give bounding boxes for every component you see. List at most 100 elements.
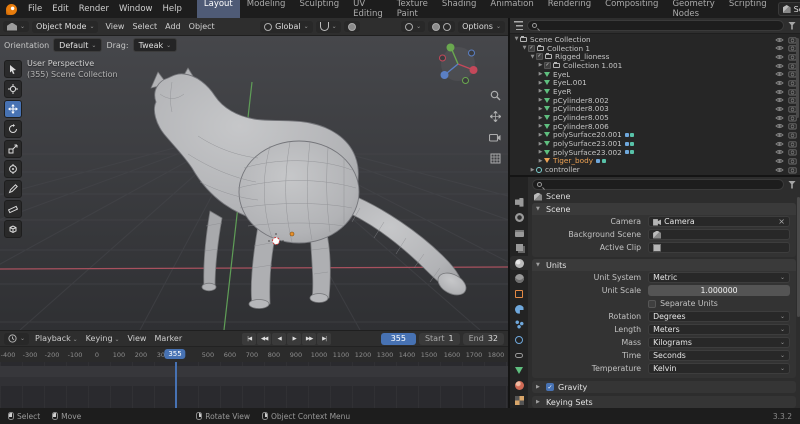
menu-item[interactable]: Window [114, 2, 158, 16]
properties-tab[interactable] [510, 241, 528, 255]
outliner-row[interactable]: ▼ ▶ ✓ EyeR [510, 87, 800, 96]
outliner-search-input[interactable] [527, 20, 784, 31]
shading-mode-group[interactable] [428, 21, 455, 32]
hide-in-viewport-icon[interactable] [775, 44, 784, 52]
timeline-ruler[interactable]: -400-300-200-100010020030050060070080090… [0, 346, 508, 362]
hide-in-viewport-icon[interactable] [775, 62, 784, 70]
current-frame-indicator[interactable]: 355 [164, 349, 185, 359]
cursor-tool[interactable] [4, 80, 22, 98]
viewport-menu-item[interactable]: Select [128, 20, 161, 33]
properties-tab[interactable] [510, 287, 528, 301]
menu-item[interactable]: Render [74, 2, 114, 16]
properties-tab[interactable] [510, 317, 528, 331]
mode-dropdown[interactable]: Object Mode⌄ [32, 21, 98, 33]
properties-tab[interactable] [510, 348, 528, 362]
dropdown-field[interactable]: Kelvin⌄ [648, 363, 790, 374]
disable-in-render-icon[interactable] [788, 131, 797, 139]
outliner-scrollbar[interactable] [796, 38, 799, 118]
properties-tab[interactable] [510, 363, 528, 377]
disclosure-right-icon[interactable]: ▶ [537, 62, 544, 68]
menu-item[interactable]: Edit [47, 2, 73, 16]
properties-tab[interactable] [510, 226, 528, 240]
properties-search-input[interactable] [532, 179, 784, 190]
move-tool[interactable] [4, 100, 22, 118]
add-cube-tool[interactable] [4, 220, 22, 238]
disclosure-right-icon[interactable]: ▶ [537, 115, 544, 121]
timeline-menu-item[interactable]: Keying ⌄ [82, 332, 124, 345]
timeline-editor-type-button[interactable]: ⌄ [4, 333, 29, 345]
hide-in-viewport-icon[interactable] [775, 79, 784, 87]
hide-in-viewport-icon[interactable] [775, 88, 784, 96]
outliner-row[interactable]: ▼ ▶ ✓ pCylinder8.006 [510, 122, 800, 131]
toggle-projection-icon[interactable] [488, 151, 502, 165]
properties-tab[interactable] [510, 302, 528, 316]
disable-in-render-icon[interactable] [788, 157, 797, 165]
dropdown-field[interactable]: Kilograms⌄ [648, 337, 790, 348]
scale-tool[interactable] [4, 140, 22, 158]
current-frame-field[interactable]: 355 [381, 333, 416, 345]
transport-button[interactable]: ◀ [272, 333, 286, 345]
properties-tab[interactable] [510, 256, 528, 270]
disclosure-right-icon[interactable]: ▶ [537, 141, 544, 147]
hide-in-viewport-icon[interactable] [775, 140, 784, 148]
disclosure-down-icon[interactable]: ▼ [521, 45, 528, 51]
frame-end-field[interactable]: End32 [463, 333, 504, 345]
transform-orientation-dropdown[interactable]: Global⌄ [260, 21, 313, 33]
tweak-select-tool[interactable] [4, 60, 22, 78]
editor-type-button[interactable]: ⌄ [3, 21, 29, 32]
disable-in-render-icon[interactable] [788, 122, 797, 130]
viewport-3d-scene[interactable] [0, 36, 508, 330]
transport-button[interactable]: ◀◀ [257, 333, 271, 345]
collapsed-panel-header[interactable]: ▶ ✓ Gravity [532, 381, 796, 393]
outliner-row[interactable]: ▼ ▶ ✓ pCylinder8.003 [510, 105, 800, 114]
timeline-menu-item[interactable]: View ⌄ [123, 332, 150, 345]
panel-checkbox[interactable]: ✓ [546, 383, 554, 391]
units-panel-header[interactable]: ▼Units [532, 259, 796, 271]
outliner-editor-icon[interactable] [514, 21, 523, 30]
viewport-menu-item[interactable]: Add [161, 20, 185, 33]
transport-button[interactable]: |◀ [242, 333, 256, 345]
outliner-row[interactable]: ▼ ▶ ✓ polySurface23.001 [510, 139, 800, 148]
properties-tab[interactable] [510, 378, 528, 392]
object-field[interactable]: × [648, 242, 790, 253]
properties-tab[interactable] [510, 333, 528, 347]
properties-tab[interactable] [510, 210, 528, 224]
disclosure-right-icon[interactable]: ▶ [537, 106, 544, 112]
measure-tool[interactable] [4, 200, 22, 218]
checkbox[interactable] [648, 300, 656, 308]
hide-in-viewport-icon[interactable] [775, 96, 784, 104]
disclosure-right-icon[interactable]: ▶ [537, 149, 544, 155]
transport-button[interactable]: ▶ [287, 333, 301, 345]
hide-in-viewport-icon[interactable] [775, 122, 784, 130]
scene-panel-header[interactable]: ▼Scene [532, 203, 796, 215]
snap-toggle[interactable]: ⌄ [316, 21, 341, 33]
frame-start-field[interactable]: Start1 [419, 333, 460, 345]
object-field[interactable]: × [648, 229, 790, 240]
outliner-row[interactable]: ▼ ▶ ✓ pCylinder8.005 [510, 113, 800, 122]
clear-icon[interactable]: × [778, 217, 785, 226]
outliner-row[interactable]: ▼ ▶ ✓ polySurface23.002 [510, 148, 800, 157]
outliner-row[interactable]: ▼ ▶ ✓ Tiger_body [510, 157, 800, 166]
disclosure-right-icon[interactable]: ▶ [537, 71, 544, 77]
scene-selector[interactable]: Scene × [778, 2, 800, 16]
collection-checkbox[interactable]: ✓ [544, 62, 551, 69]
blender-logo-icon[interactable] [6, 4, 17, 15]
menu-item[interactable]: File [23, 2, 47, 16]
disclosure-right-icon[interactable]: ▶ [537, 132, 544, 138]
disclosure-right-icon[interactable]: ▶ [537, 97, 544, 103]
dropdown-field[interactable]: Degrees⌄ [648, 311, 790, 322]
outliner-row[interactable]: ▼ ▶ ✓ EyeL.001 [510, 78, 800, 87]
outliner-row[interactable]: ▼ ▶ ✓ Collection 1 [510, 44, 800, 53]
transport-button[interactable]: ▶▶ [302, 333, 316, 345]
hide-in-viewport-icon[interactable] [775, 53, 784, 61]
collection-checkbox[interactable]: ✓ [528, 45, 535, 52]
properties-tab[interactable] [510, 195, 528, 209]
drag-dropdown[interactable]: Tweak⌄ [133, 38, 178, 52]
outliner-row[interactable]: ▼ ▶ ✓ controller [510, 165, 800, 174]
timeline-tracks[interactable] [0, 362, 508, 408]
hide-in-viewport-icon[interactable] [775, 166, 784, 174]
hide-in-viewport-icon[interactable] [775, 157, 784, 165]
playhead[interactable] [175, 362, 177, 408]
timeline-menu-item[interactable]: Marker ⌄ [150, 332, 186, 345]
orientation-dropdown[interactable]: Default⌄ [53, 38, 102, 52]
